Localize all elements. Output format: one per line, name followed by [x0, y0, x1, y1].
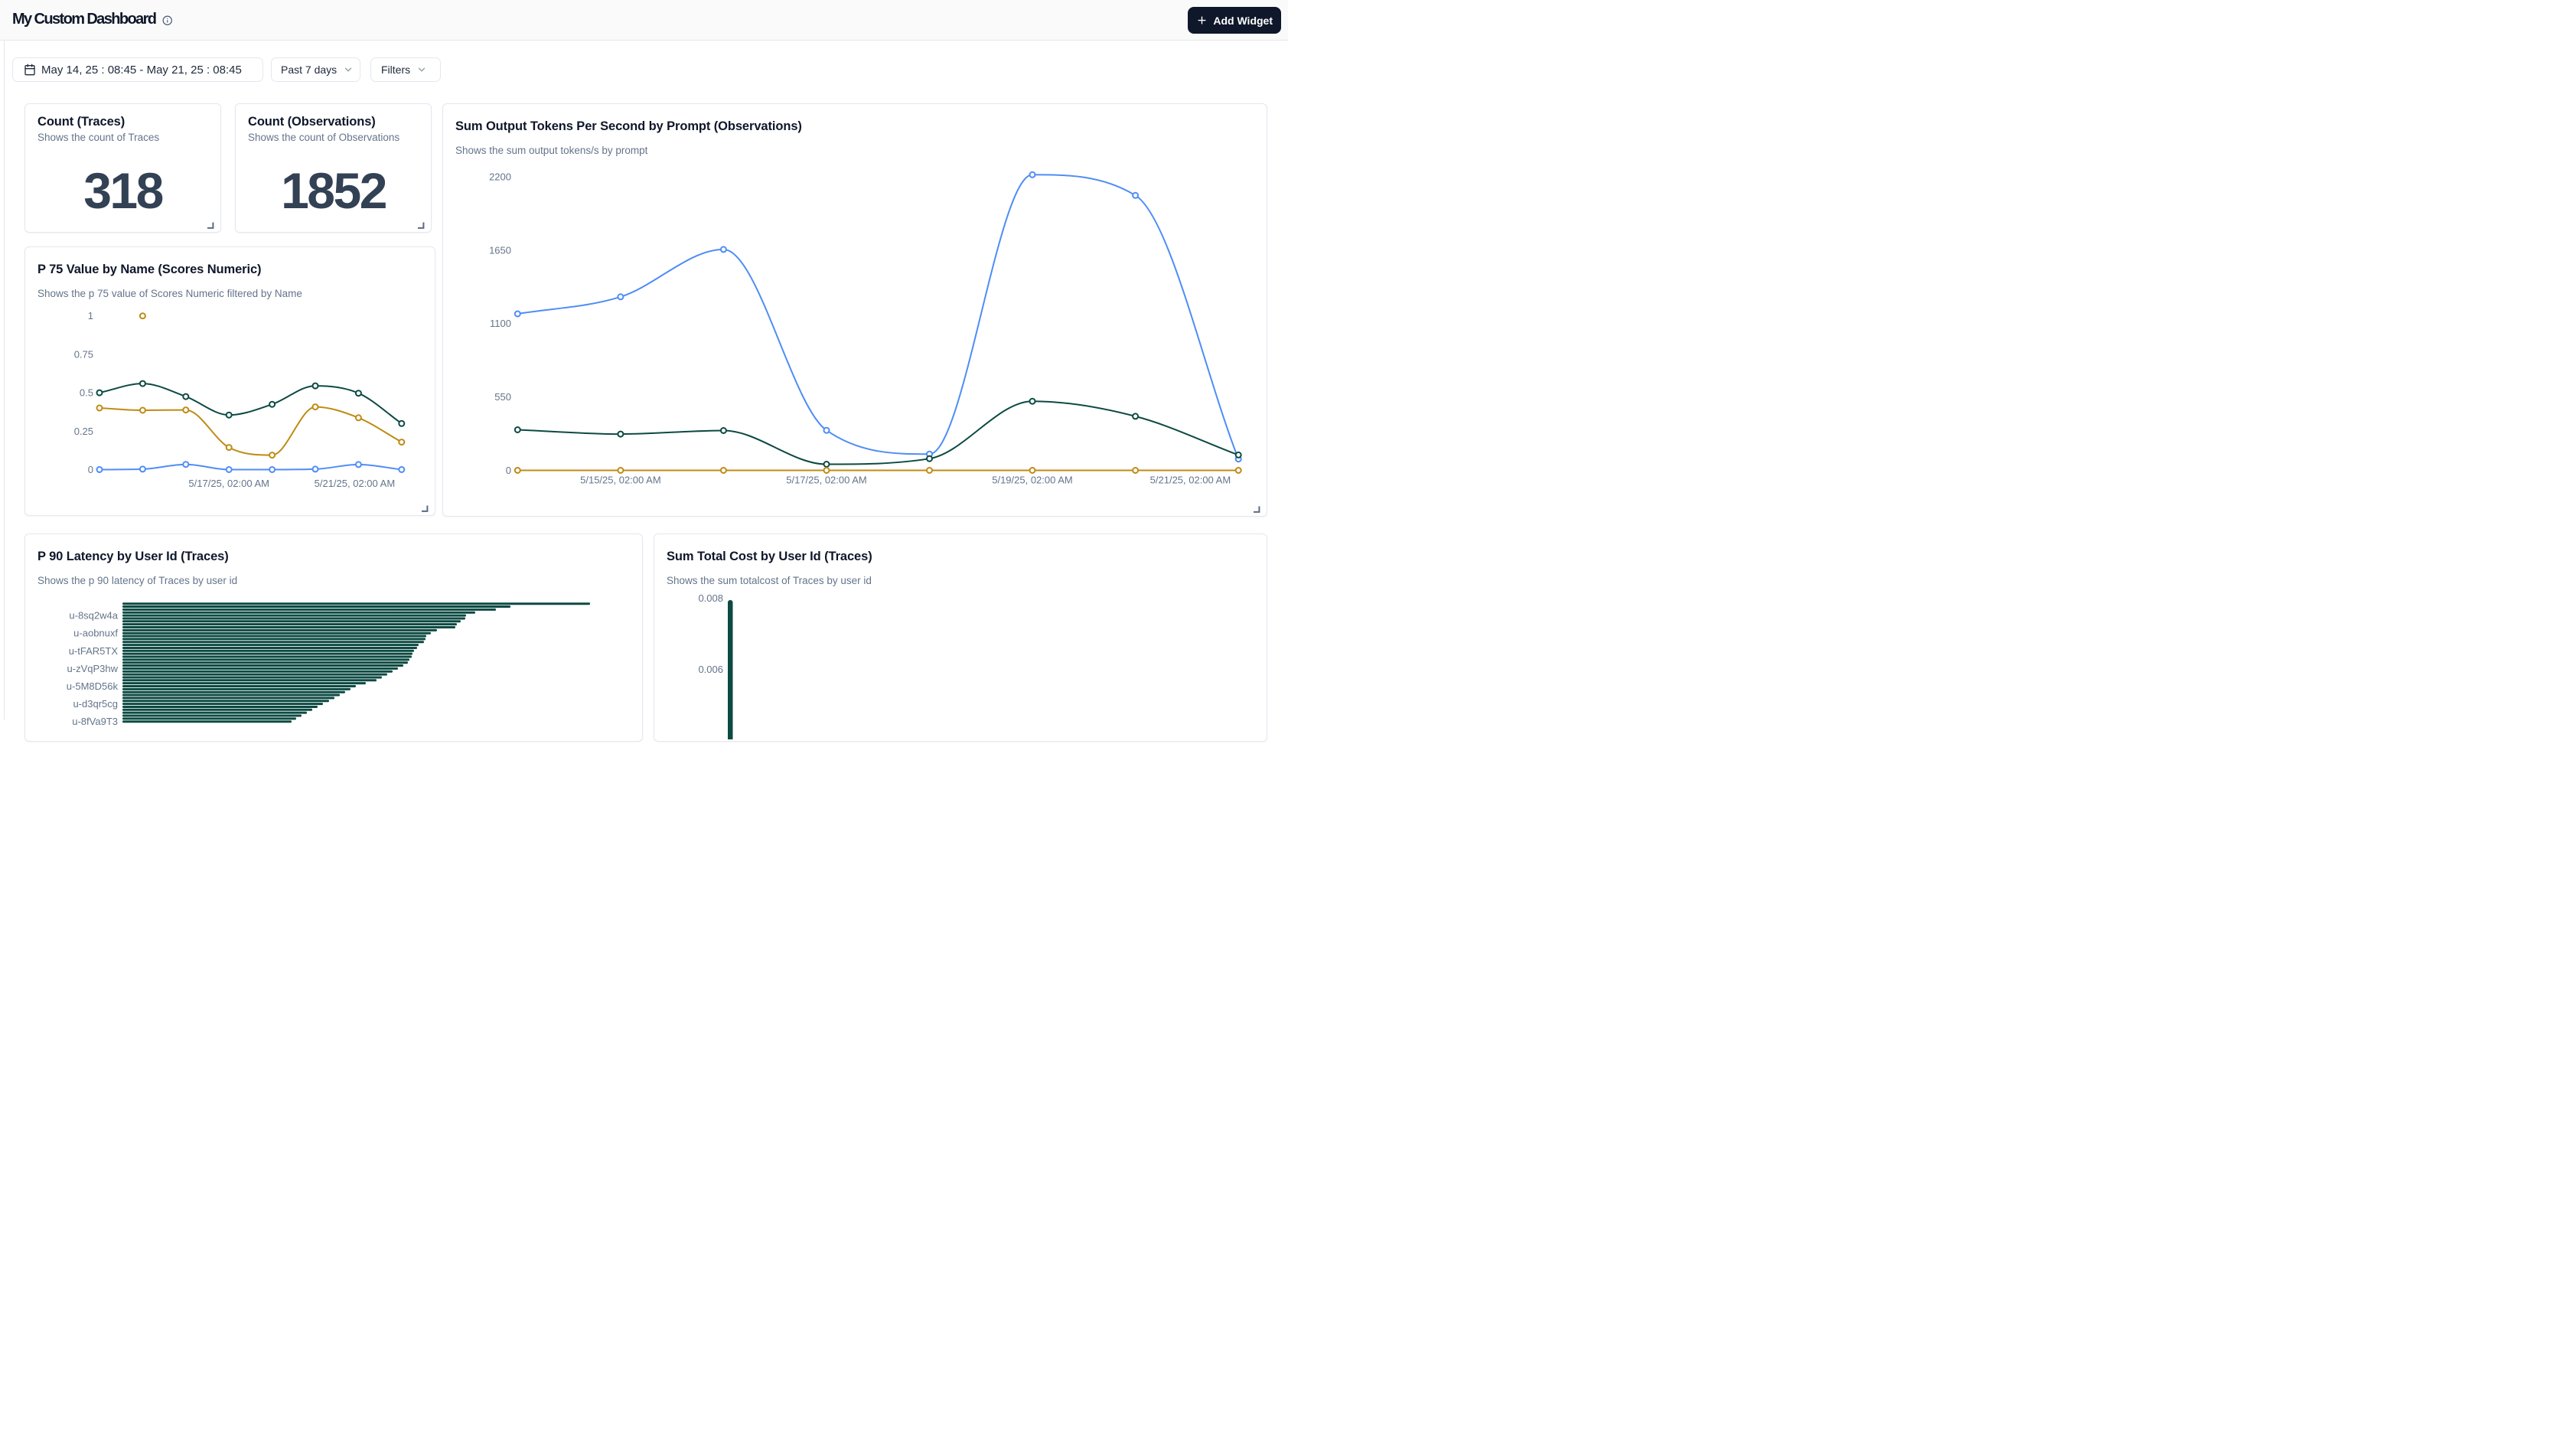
svg-text:u-tFAR5TX: u-tFAR5TX — [69, 645, 119, 657]
svg-text:0: 0 — [88, 464, 93, 475]
svg-text:u-zVqP3hw: u-zVqP3hw — [67, 663, 119, 674]
svg-text:u-aobnuxf: u-aobnuxf — [73, 628, 118, 639]
svg-text:5/15/25, 02:00 AM: 5/15/25, 02:00 AM — [580, 475, 661, 486]
svg-text:0.008: 0.008 — [698, 592, 723, 604]
svg-text:0.75: 0.75 — [74, 348, 93, 360]
svg-text:1100: 1100 — [490, 318, 511, 329]
svg-text:0.006: 0.006 — [698, 664, 723, 675]
svg-text:5/17/25, 02:00 AM: 5/17/25, 02:00 AM — [188, 478, 269, 489]
svg-text:5/19/25, 02:00 AM: 5/19/25, 02:00 AM — [992, 475, 1073, 486]
svg-text:0.5: 0.5 — [80, 387, 93, 399]
svg-text:1650: 1650 — [489, 244, 511, 256]
svg-text:5/21/25, 02:00 AM: 5/21/25, 02:00 AM — [315, 478, 396, 489]
svg-text:u-5M8D56k: u-5M8D56k — [67, 680, 119, 692]
svg-text:0.25: 0.25 — [74, 426, 93, 437]
svg-text:2200: 2200 — [489, 171, 511, 182]
svg-text:u-8sq2w4a: u-8sq2w4a — [69, 610, 118, 622]
svg-text:550: 550 — [494, 391, 511, 403]
svg-text:1: 1 — [88, 310, 93, 321]
svg-text:u-8fVa9T3: u-8fVa9T3 — [72, 716, 118, 727]
svg-text:5/17/25, 02:00 AM: 5/17/25, 02:00 AM — [786, 475, 867, 486]
svg-text:u-d3qr5cg: u-d3qr5cg — [73, 698, 118, 710]
svg-text:5/21/25, 02:00 AM: 5/21/25, 02:00 AM — [1150, 475, 1231, 486]
svg-text:0: 0 — [506, 465, 511, 476]
